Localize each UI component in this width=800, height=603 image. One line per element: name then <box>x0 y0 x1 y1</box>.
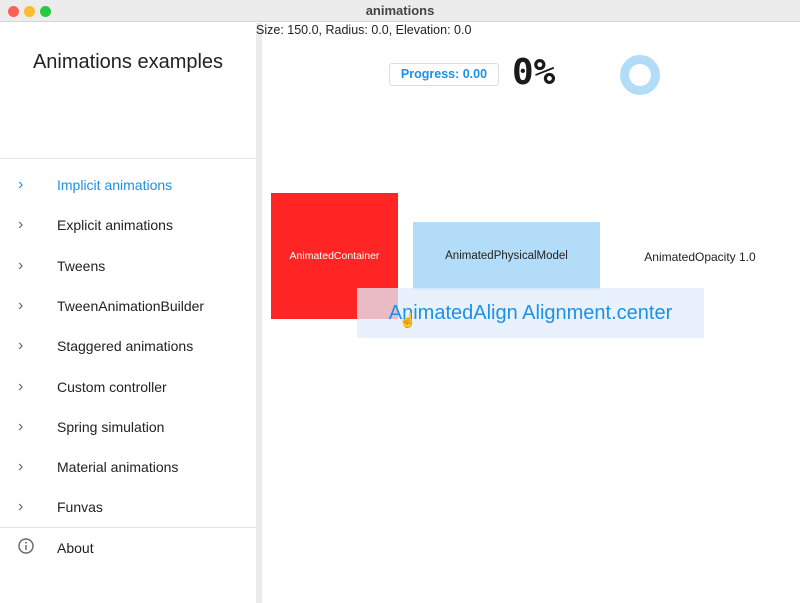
sidebar-item-label: Implicit animations <box>57 177 173 193</box>
chevron-right-icon: › <box>18 216 24 234</box>
chevron-right-icon: › <box>18 337 24 355</box>
divider <box>0 158 256 159</box>
sidebar-item-label: Custom controller <box>57 378 167 395</box>
sidebar-item-label: Material animations <box>57 459 179 476</box>
hand-cursor-icon: ☝ <box>399 312 417 328</box>
container-label: AnimatedContainer <box>289 250 380 262</box>
status-text: Size: 150.0, Radius: 0.0, Elevation: 0.0 <box>256 23 472 37</box>
zoom-button[interactable] <box>40 6 51 17</box>
about-label: About <box>57 540 94 556</box>
sidebar-item-about[interactable]: About <box>0 528 256 568</box>
sidebar-item[interactable]: › TweenAnimationBuilder <box>0 286 256 326</box>
sidebar-item[interactable]: › Spring simulation <box>0 407 256 447</box>
sidebar-item-label: Tweens <box>57 257 106 274</box>
sidebar-item-label: TweenAnimationBuilder <box>57 297 205 314</box>
align-label: AnimatedAlign Alignment.center <box>388 301 673 324</box>
sidebar-item[interactable]: › Tweens <box>0 246 256 286</box>
chevron-right-icon: › <box>18 256 24 274</box>
animated-physical-model[interactable]: AnimatedPhysicalModel <box>413 222 600 290</box>
sidebar-divider[interactable] <box>256 23 262 603</box>
progress-ring <box>620 55 660 95</box>
animated-opacity-label: AnimatedOpacity 1.0 <box>644 250 756 264</box>
progress-button[interactable]: Progress: 0.00 <box>389 63 499 86</box>
sidebar-item[interactable]: › Implicit animations <box>0 165 256 205</box>
chevron-right-icon: › <box>18 176 24 193</box>
sidebar-item-label: Explicit animations <box>57 217 173 234</box>
close-button[interactable] <box>8 6 19 17</box>
title-bar: animations <box>0 0 800 22</box>
chevron-right-icon: › <box>18 458 24 476</box>
sidebar-item-label: Funvas <box>57 499 103 516</box>
chevron-right-icon: › <box>18 296 24 314</box>
chevron-right-icon: › <box>18 377 24 395</box>
sidebar-item-label: Spring simulation <box>57 418 165 435</box>
sidebar-item[interactable]: › Explicit animations <box>0 205 256 245</box>
percent-text: 0% <box>512 52 556 93</box>
info-icon <box>0 537 57 559</box>
sidebar-item[interactable]: › Material animations <box>0 447 256 487</box>
sidebar-title: Animations examples <box>32 51 224 73</box>
sidebar-item[interactable]: › Staggered animations <box>0 326 256 366</box>
sidebar-item[interactable]: › Custom controller <box>0 367 256 407</box>
sidebar-item-label: Staggered animations <box>57 338 194 355</box>
window-title: animations <box>365 3 435 18</box>
sidebar-item[interactable]: › Funvas <box>0 487 256 527</box>
minimize-button[interactable] <box>24 6 35 17</box>
chevron-right-icon: › <box>18 417 24 435</box>
chevron-right-icon: › <box>18 498 24 516</box>
sidebar: Animations examples › Implicit animations… <box>0 23 256 603</box>
physical-label: AnimatedPhysicalModel <box>445 250 568 262</box>
